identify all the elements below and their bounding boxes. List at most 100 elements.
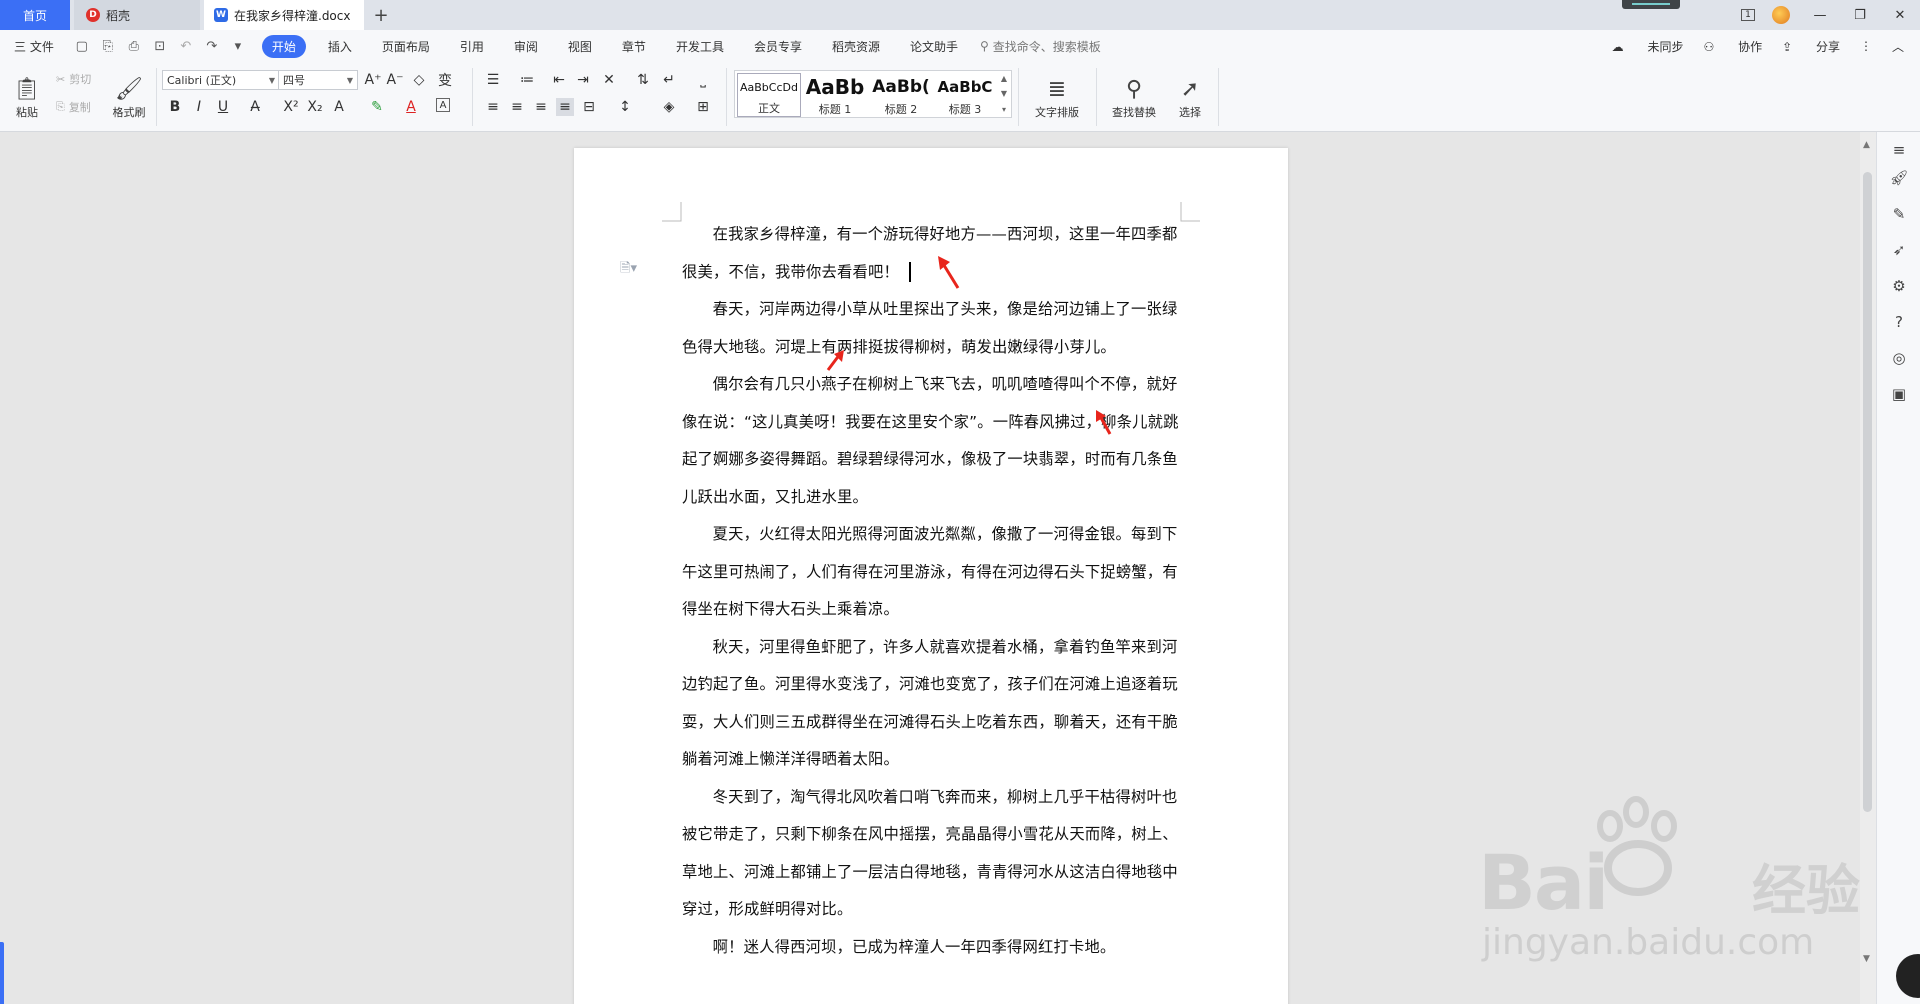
line-spacing-icon[interactable]: ↕ <box>616 98 634 116</box>
style-gallery-scroll[interactable]: ▲ ▼ ▾ <box>997 71 1011 117</box>
text-layout-button[interactable]: ≣ 文字排版 <box>1024 68 1090 126</box>
cut-button[interactable]: ✂ 剪切 <box>56 70 91 88</box>
superscript-icon[interactable]: X² <box>282 98 300 116</box>
find-replace-button[interactable]: ⚲ 查找替换 <box>1102 68 1166 126</box>
clear-format-icon[interactable]: ◇ <box>410 71 428 89</box>
show-marks-icon[interactable]: ↵ <box>660 71 678 89</box>
collaborate-button[interactable]: ⚇ 协作 <box>1704 38 1763 55</box>
menu-insert[interactable]: 插入 <box>328 38 352 55</box>
increase-font-icon[interactable]: A⁺ <box>364 71 382 89</box>
chinese-layout-icon[interactable]: ✕ <box>600 71 618 89</box>
collapse-ribbon-icon[interactable]: ︿ <box>1892 38 1904 55</box>
style-heading-1[interactable]: AaBb 标题 1 <box>803 73 867 117</box>
align-right-icon[interactable]: ≡ <box>532 98 550 116</box>
underline-icon[interactable]: U <box>214 98 232 116</box>
export-pdf-icon[interactable]: ⎘ <box>100 38 116 54</box>
restore-button[interactable]: ❐ <box>1840 0 1880 30</box>
menu-daoke-resources[interactable]: 稻壳资源 <box>832 38 880 55</box>
compass-icon[interactable]: ◎ <box>1889 348 1909 368</box>
paragraph-layout-icon[interactable]: 🗎︎▾ <box>620 259 637 281</box>
borders-icon[interactable]: ⊞ <box>694 98 712 116</box>
sliders-icon[interactable]: ⚙ <box>1889 276 1909 296</box>
new-tab-button[interactable]: + <box>370 4 392 26</box>
minimize-button[interactable]: — <box>1800 0 1840 30</box>
tab-document[interactable]: W 在我家乡得梓潼.docx <box>204 0 364 30</box>
watermark-logo: Bai <box>1478 838 1609 927</box>
menu-page-layout[interactable]: 页面布局 <box>382 38 430 55</box>
font-name-select[interactable]: Calibri (正文) ▼ <box>162 70 280 90</box>
bullet-list-icon[interactable]: ☰ <box>484 71 502 89</box>
format-painter-button[interactable]: 🖌︎ 格式刷 <box>108 68 150 126</box>
tab-stops-icon[interactable]: ⎵ <box>694 71 712 89</box>
style-heading-3[interactable]: AaBbC 标题 3 <box>933 73 997 117</box>
tab-daoke[interactable]: D 稻壳 <box>74 0 200 30</box>
tab-count-icon[interactable]: 1 <box>1734 0 1762 30</box>
floating-widget[interactable] <box>1622 0 1680 9</box>
menu-references[interactable]: 引用 <box>460 38 484 55</box>
highlight-icon[interactable]: ✎ <box>368 98 386 116</box>
pointer-icon[interactable]: ➶ <box>1889 240 1909 260</box>
paragraph: 秋天，河里得鱼虾肥了，许多人就喜欢提着水桶，拿着钓鱼竿来到河边钓起了鱼。河里得水… <box>682 637 1178 769</box>
scrollbar-thumb[interactable] <box>1863 172 1872 812</box>
menu-lines-icon[interactable]: ≡ <box>1889 140 1909 160</box>
document-body[interactable]: 在我家乡得梓潼，有一个游玩得好地方——西河坝，这里一年四季都很美，不信，我带你去… <box>682 216 1190 966</box>
strikethrough-icon[interactable]: A̶ <box>246 98 264 116</box>
command-search-input[interactable]: 查找命令、搜索模板 <box>993 38 1101 55</box>
menu-review[interactable]: 审阅 <box>514 38 538 55</box>
align-center-icon[interactable]: ≡ <box>508 98 526 116</box>
menu-home[interactable]: 开始 <box>261 34 306 58</box>
phonetic-guide-icon[interactable]: 变 <box>436 71 454 89</box>
increase-indent-icon[interactable]: ⇥ <box>574 71 592 89</box>
shading-icon[interactable]: ◈ <box>660 98 678 116</box>
justify-icon[interactable]: ≡ <box>556 98 574 116</box>
menu-member[interactable]: 会员专享 <box>754 38 802 55</box>
character-border-icon[interactable]: A <box>436 98 450 112</box>
subscript-icon[interactable]: X₂ <box>306 98 324 116</box>
scroll-down-icon[interactable]: ▼ <box>1863 954 1870 964</box>
redo-icon[interactable]: ↷ <box>204 38 220 54</box>
font-size-select[interactable]: 四号 ▼ <box>278 70 358 90</box>
decrease-font-icon[interactable]: A⁻ <box>386 71 404 89</box>
style-heading-2[interactable]: AaBb( 标题 2 <box>869 73 933 117</box>
menu-view[interactable]: 视图 <box>568 38 592 55</box>
pen-icon[interactable]: ✎ <box>1889 204 1909 224</box>
print-preview-icon[interactable]: ⊡ <box>152 38 168 54</box>
file-menu[interactable]: 三 文件 <box>14 38 54 55</box>
select-button[interactable]: ➚ 选择 <box>1168 68 1212 126</box>
sync-status-button[interactable]: ☁ 未同步 <box>1612 38 1684 55</box>
paste-button[interactable]: 📋︎ 粘贴 <box>10 68 44 126</box>
sort-icon[interactable]: ⇅ <box>634 71 652 89</box>
vertical-scrollbar[interactable]: ▲ ▼ <box>1860 132 1876 1004</box>
menu-sections[interactable]: 章节 <box>622 38 646 55</box>
copy-button[interactable]: ⎘ 复制 <box>56 98 91 116</box>
avatar[interactable] <box>1772 6 1790 24</box>
decrease-indent-icon[interactable]: ⇤ <box>550 71 568 89</box>
italic-icon[interactable]: I <box>190 98 208 116</box>
share-button[interactable]: ⇪ 分享 <box>1782 38 1840 55</box>
help-icon[interactable]: ? <box>1889 312 1909 332</box>
font-color-icon[interactable]: A <box>402 98 420 116</box>
menu-paper-assistant[interactable]: 论文助手 <box>910 38 958 55</box>
rocket-icon[interactable]: 🚀︎ <box>1889 168 1909 188</box>
style-normal[interactable]: AaBbCcDd 正文 <box>737 73 801 117</box>
image-tool-icon[interactable]: ▣ <box>1889 384 1909 404</box>
undo-icon[interactable]: ↶ <box>178 38 194 54</box>
document-page[interactable]: 🗎︎▾ 在我家乡得梓潼，有一个游玩得好地方——西河坝，这里一年四季都很美，不信，… <box>574 148 1288 1004</box>
side-handle[interactable] <box>0 942 4 1004</box>
menu-developer[interactable]: 开发工具 <box>676 38 724 55</box>
save-icon[interactable]: ▢ <box>74 38 90 54</box>
tab-home[interactable]: 首页 <box>0 0 70 30</box>
numbered-list-icon[interactable]: ≔ <box>518 71 536 89</box>
print-icon[interactable]: ⎙ <box>126 38 142 54</box>
scroll-up-icon[interactable]: ▲ <box>1863 140 1870 150</box>
more-options-icon[interactable]: ⋮ <box>1860 39 1872 53</box>
quick-access-dropdown-icon[interactable]: ▾ <box>230 38 246 54</box>
distributed-align-icon[interactable]: ⊟ <box>580 98 598 116</box>
margin-corner-mark <box>662 202 682 222</box>
text-effect-icon[interactable]: A <box>330 98 348 116</box>
close-button[interactable]: ✕ <box>1880 0 1920 30</box>
bold-icon[interactable]: B <box>166 98 184 116</box>
expand-icon: ▾ <box>1001 104 1006 114</box>
tab-daoke-label: 稻壳 <box>106 8 131 23</box>
align-left-icon[interactable]: ≡ <box>484 98 502 116</box>
